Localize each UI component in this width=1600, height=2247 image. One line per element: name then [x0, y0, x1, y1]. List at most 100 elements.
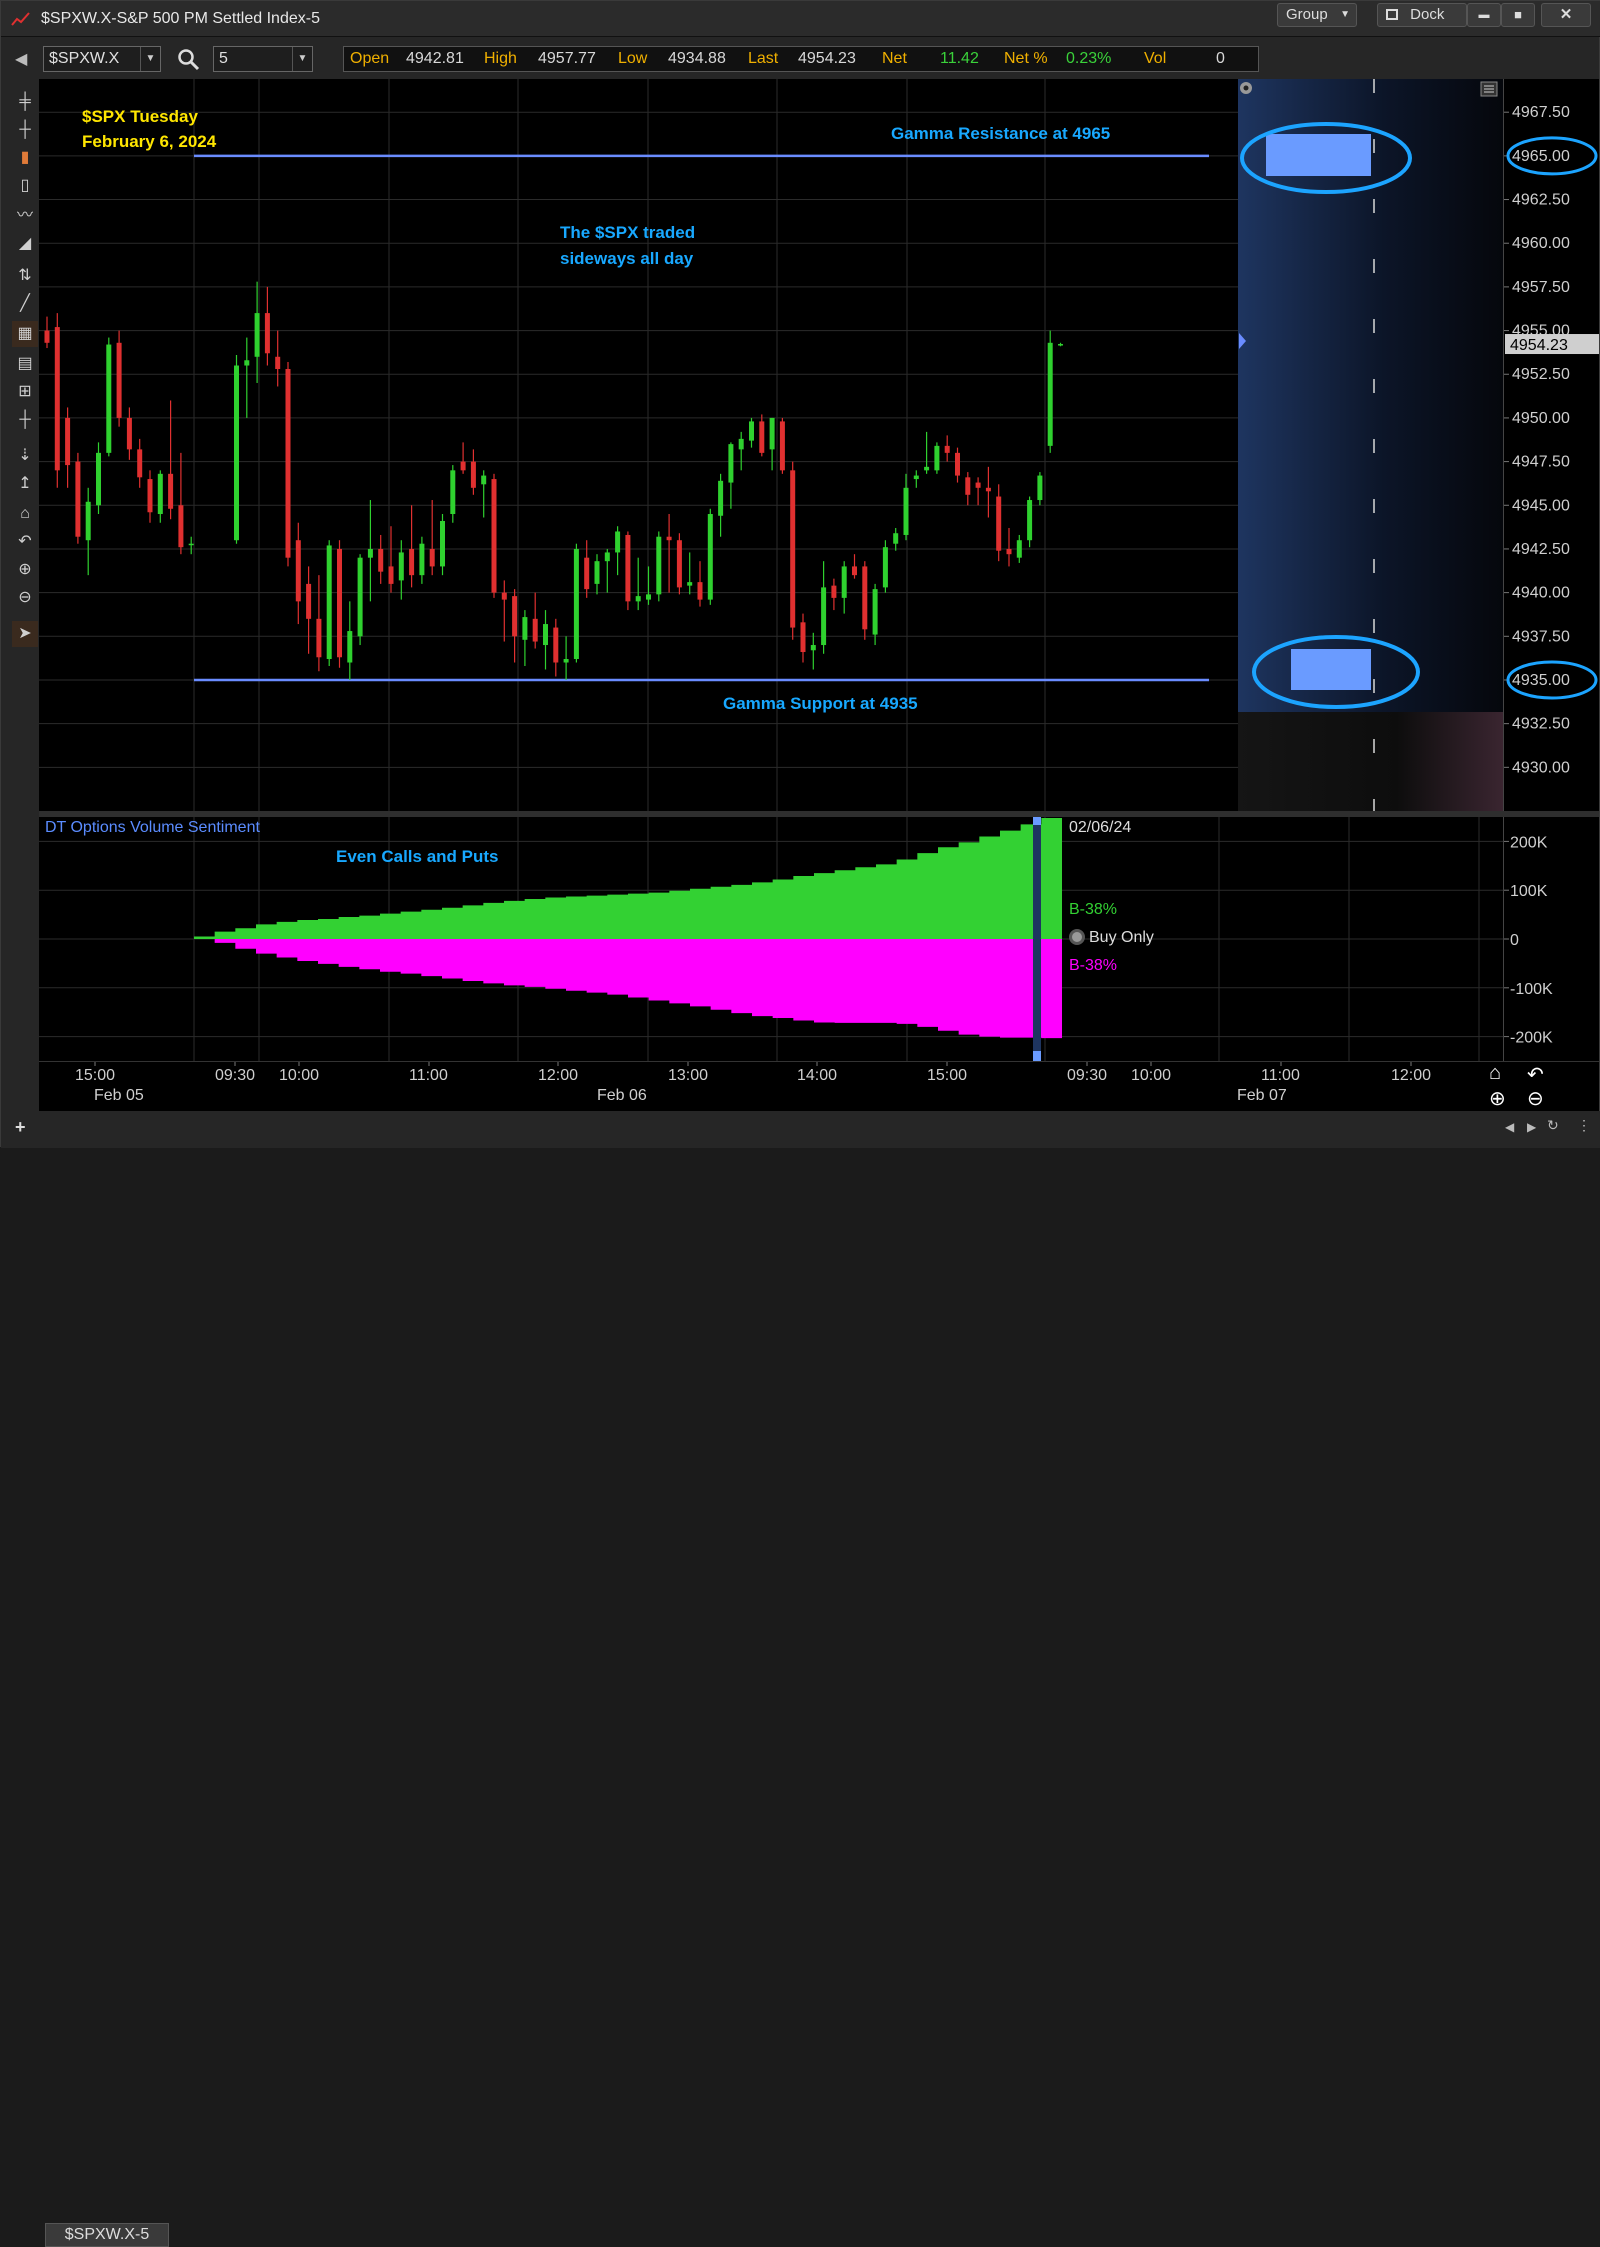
candle-body: [419, 543, 425, 576]
candle-body: [800, 622, 806, 653]
chevron-down-icon[interactable]: ▼: [140, 47, 160, 71]
chart-tab[interactable]: $SPXW.X-5: [45, 2223, 169, 2247]
price-axis[interactable]: 4967.50 4965.00 4962.50 4960.00 4957.50 4955.…: [1503, 79, 1599, 811]
price-tick-label: 4942.50: [1512, 541, 1570, 558]
candle-body: [65, 417, 71, 466]
price-chart[interactable]: $SPX Tuesday February 6, 2024 Gamma Resi…: [39, 79, 1246, 811]
menu-icon[interactable]: [1480, 81, 1498, 97]
candle-body: [106, 344, 112, 453]
candle: [1027, 496, 1033, 548]
candle-body: [821, 587, 827, 646]
candle: [367, 500, 373, 602]
high-label: High: [484, 50, 517, 67]
candle: [450, 465, 456, 523]
candle-body: [553, 627, 559, 663]
hlc-bar-icon[interactable]: ┼: [12, 117, 38, 143]
dock-button[interactable]: Dock: [1377, 3, 1467, 27]
interval-field[interactable]: 5 ▼: [213, 46, 313, 72]
undo-icon[interactable]: ↶: [12, 529, 38, 555]
trendline-icon[interactable]: ╱: [12, 291, 38, 317]
candle-body: [769, 417, 775, 450]
collapse-left-icon[interactable]: ◀: [15, 49, 27, 69]
scroll-left-icon[interactable]: ◀: [1505, 1120, 1514, 1134]
zoom-out-icon[interactable]: ⊖: [1527, 1086, 1544, 1111]
zoom-in-icon[interactable]: ⊕: [12, 557, 38, 583]
time-axis-svg: 15:00 09:30 10:00 11:00 12:00 13:00 14:00 15:00…: [75, 1062, 1431, 1104]
candle-body: [594, 561, 600, 584]
candle-body: [147, 479, 153, 513]
symbol-field[interactable]: $SPXW.X ▼: [43, 46, 161, 72]
candlestick-icon[interactable]: ▮: [12, 145, 38, 171]
ruler-icon[interactable]: ⇅: [12, 263, 38, 289]
candle: [440, 514, 445, 576]
add-tab-icon[interactable]: +: [15, 1117, 26, 1138]
candle: [862, 561, 868, 640]
candle: [975, 477, 981, 506]
refresh-icon[interactable]: ↻: [1547, 1117, 1559, 1134]
home-icon[interactable]: ⌂: [1489, 1062, 1501, 1085]
candle: [800, 613, 806, 663]
candle: [676, 533, 682, 595]
hollow-candle-icon[interactable]: ▯: [12, 173, 38, 199]
candle: [244, 337, 250, 418]
minimize-button[interactable]: ▬: [1467, 3, 1501, 27]
price-axis-svg: 4967.504965.004962.504960.004957.504955.…: [1504, 104, 1599, 776]
cursor-pointer-icon[interactable]: ➤: [12, 621, 38, 647]
candle: [316, 575, 322, 672]
sentiment-chart[interactable]: DT Options Volume Sentiment Even Calls a…: [39, 817, 1503, 1061]
candle: [157, 470, 163, 523]
grid-icon[interactable]: ▦: [12, 321, 38, 347]
time-tick-label: 09:30: [1067, 1067, 1107, 1084]
candle-body: [512, 596, 518, 637]
pan-up-icon[interactable]: ↥: [12, 471, 38, 497]
candle-body: [718, 480, 724, 516]
undo-icon[interactable]: ↶: [1527, 1062, 1544, 1087]
search-icon[interactable]: [177, 48, 201, 72]
time-tick-label: 15:00: [927, 1067, 967, 1084]
volume-annotation: Even Calls and Puts: [336, 847, 499, 866]
area-chart-icon[interactable]: ◢: [12, 231, 38, 257]
net-label: Net: [882, 50, 907, 67]
table-icon[interactable]: ▤: [12, 351, 38, 377]
pan-down-icon[interactable]: ⇣: [12, 443, 38, 469]
scroll-right-icon[interactable]: ▶: [1527, 1120, 1536, 1134]
candle-body: [646, 594, 651, 600]
sentiment-axis[interactable]: 200K 100K 0 -100K -200K: [1503, 817, 1599, 1061]
candle-body: [522, 617, 528, 640]
time-axis[interactable]: 15:00 09:30 10:00 11:00 12:00 13:00 14:00 15:00…: [39, 1061, 1599, 1111]
buy-mode[interactable]: Buy Only: [1069, 929, 1154, 947]
support-zone-box: [1291, 649, 1371, 690]
price-tick-label: 4930.00: [1512, 759, 1570, 776]
candle-body: [1047, 342, 1053, 446]
chevron-down-icon[interactable]: ▼: [292, 47, 312, 71]
candle-body: [676, 540, 682, 588]
candle: [429, 500, 435, 576]
candle: [295, 522, 301, 625]
gear-icon[interactable]: [1069, 929, 1085, 945]
candle-body: [934, 445, 940, 471]
candle-body: [584, 557, 590, 590]
candle: [749, 417, 754, 448]
home-icon[interactable]: ⌂: [12, 501, 38, 527]
candle: [1058, 342, 1063, 347]
ohlc-bar-icon[interactable]: ╪: [12, 89, 38, 115]
candle-body: [965, 477, 971, 495]
candle: [234, 355, 239, 544]
candle: [512, 589, 518, 663]
indicator-name: DT Options Volume Sentiment: [45, 819, 260, 836]
grid-small-icon[interactable]: ⊞: [12, 379, 38, 405]
close-button[interactable]: ✕: [1541, 3, 1591, 27]
comment-annotation-line1: The $SPX traded: [560, 223, 696, 242]
group-button[interactable]: Group ▼: [1277, 3, 1357, 27]
gear-icon[interactable]: [1240, 82, 1252, 94]
zoom-in-icon[interactable]: ⊕: [1489, 1086, 1506, 1111]
candle: [116, 330, 122, 427]
open-label: Open: [350, 50, 390, 67]
more-icon[interactable]: ⋮: [1577, 1117, 1591, 1134]
candle: [707, 508, 713, 605]
line-chart-icon[interactable]: 〰: [12, 203, 38, 229]
maximize-button[interactable]: ■: [1501, 3, 1535, 27]
candle-body: [759, 421, 765, 453]
zoom-out-icon[interactable]: ⊖: [12, 585, 38, 611]
crosshair-icon[interactable]: ┼: [12, 407, 38, 433]
